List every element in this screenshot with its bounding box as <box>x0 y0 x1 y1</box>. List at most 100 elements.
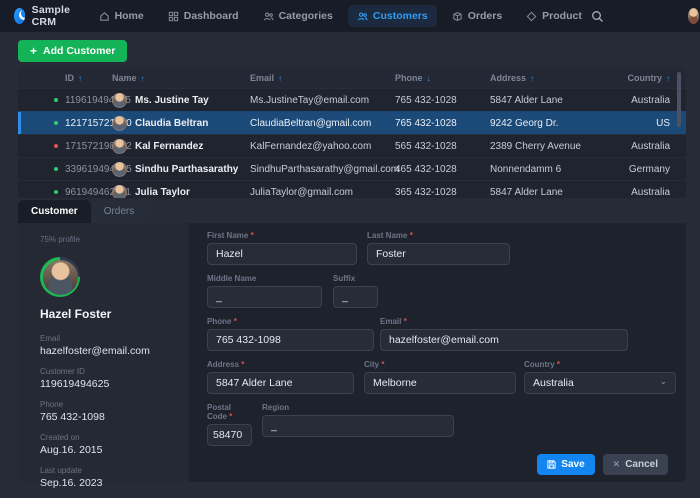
table-scrollbar[interactable] <box>677 72 681 127</box>
first-name-input[interactable] <box>207 243 357 265</box>
table-row[interactable]: 961949462511 Julia Taylor JuliaTaylor@gm… <box>18 180 686 198</box>
column-header-email[interactable]: Email↑ <box>250 73 395 83</box>
row-avatar <box>112 139 127 154</box>
main-nav: Home Dashboard Categories Customers Orde… <box>90 5 591 27</box>
categories-icon <box>263 11 274 22</box>
app-logo-icon <box>14 8 25 24</box>
row-avatar <box>112 93 127 108</box>
region-input[interactable] <box>262 415 454 437</box>
cell-phone: 765 432-1028 <box>395 95 490 106</box>
brand[interactable]: Sample CRM <box>14 4 76 28</box>
customers-table: ID↑ Name↑ Email↑ Phone↓ Address↑ Country… <box>18 68 686 198</box>
brand-name: Sample CRM <box>32 4 76 28</box>
sort-desc-icon: ↓ <box>427 74 431 83</box>
field-first-name: First Name * <box>207 231 357 265</box>
cell-email: KalFernandez@yahoo.com <box>250 141 395 152</box>
table-row-selected[interactable]: 121715721980 Claudia Beltran ClaudiaBelt… <box>18 111 686 134</box>
tab-customer[interactable]: Customer <box>18 200 91 223</box>
cell-address: 5847 Alder Lane <box>490 95 613 106</box>
column-header-phone[interactable]: Phone↓ <box>395 73 490 83</box>
save-button[interactable]: Save <box>537 454 594 475</box>
customer-form: First Name * Last Name * Middle Name Suf… <box>189 223 686 482</box>
nav-item-home[interactable]: Home <box>90 5 153 27</box>
phone-input[interactable] <box>207 329 374 351</box>
country-select[interactable]: Australia ⌄ <box>524 372 676 394</box>
status-dot <box>54 121 58 125</box>
user-menu[interactable]: Joane Doe <box>688 4 700 28</box>
status-dot <box>54 190 58 194</box>
cell-address: 2389 Cherry Avenue <box>490 141 613 152</box>
column-header-id[interactable]: ID↑ <box>18 73 112 83</box>
cell-country: Germany <box>613 164 686 175</box>
cancel-button[interactable]: ✕ Cancel <box>603 454 668 475</box>
close-icon: ✕ <box>613 459 621 470</box>
cell-id: 119619494625 <box>18 95 112 106</box>
last-name-input[interactable] <box>367 243 510 265</box>
cell-phone: 365 432-1028 <box>395 187 490 198</box>
row-avatar <box>112 185 127 199</box>
cell-name: Kal Fernandez <box>112 139 250 154</box>
dashboard-icon <box>168 11 179 22</box>
suffix-input[interactable] <box>333 286 378 308</box>
sort-asc-icon: ↑ <box>666 74 670 83</box>
status-dot <box>54 144 58 148</box>
nav-item-categories[interactable]: Categories <box>254 5 342 27</box>
column-header-country[interactable]: Country↑ <box>613 73 686 83</box>
plus-icon: + <box>30 44 37 58</box>
detail-tabs: Customer Orders <box>18 200 147 223</box>
cell-address: 9242 Georg Dr. <box>490 118 613 129</box>
profile-avatar <box>43 260 78 295</box>
nav-item-dashboard[interactable]: Dashboard <box>159 5 248 27</box>
profile-customer-id: Customer ID 119619494625 <box>40 367 189 390</box>
field-middle-name: Middle Name <box>207 274 322 308</box>
table-row[interactable]: 119619494625 Ms. Justine Tay Ms.JustineT… <box>18 88 686 111</box>
field-city: City * <box>364 360 516 394</box>
cell-country: US <box>613 118 686 129</box>
customers-icon <box>357 11 368 22</box>
sort-asc-icon: ↑ <box>278 74 282 83</box>
profile-email: Email hazelfoster@email.com <box>40 334 189 357</box>
column-header-address[interactable]: Address↑ <box>490 73 613 83</box>
cell-address: Nonnendamm 6 <box>490 164 613 175</box>
profile-created: Created on Aug.16. 2015 <box>40 433 189 456</box>
row-avatar <box>112 162 127 177</box>
cell-phone: 565 432-1028 <box>395 141 490 152</box>
cell-country: Australia <box>613 95 686 106</box>
cell-email: JuliaTaylor@gmail.com <box>250 187 395 198</box>
cell-phone: 465 432-1028 <box>395 164 490 175</box>
nav-item-product[interactable]: Product <box>517 5 591 27</box>
profile-summary: 75% profile Hazel Foster Email hazelfost… <box>18 223 189 482</box>
field-email: Email * <box>380 317 628 351</box>
home-icon <box>99 11 110 22</box>
column-header-name[interactable]: Name↑ <box>112 73 250 83</box>
cell-id: 339619494625 <box>18 164 112 175</box>
search-icon[interactable] <box>591 10 604 23</box>
city-input[interactable] <box>364 372 516 394</box>
save-icon <box>547 460 556 469</box>
address-input[interactable] <box>207 372 354 394</box>
cell-id: 171572198012 <box>18 141 112 152</box>
nav-item-customers[interactable]: Customers <box>348 5 437 27</box>
status-dot <box>54 98 58 102</box>
add-customer-button[interactable]: + Add Customer <box>18 40 127 62</box>
tab-orders[interactable]: Orders <box>91 200 148 223</box>
cell-phone: 765 432-1028 <box>395 118 490 129</box>
email-input[interactable] <box>380 329 628 351</box>
cell-email: SindhuParthasarathy@gmail.com <box>250 164 395 175</box>
middle-name-input[interactable] <box>207 286 322 308</box>
chevron-down-icon: ⌄ <box>659 376 667 387</box>
row-avatar <box>112 116 127 131</box>
orders-icon <box>452 11 463 22</box>
cell-id: 961949462511 <box>18 187 112 198</box>
cell-name: Claudia Beltran <box>112 116 250 131</box>
postal-code-input[interactable] <box>207 424 252 446</box>
product-icon <box>526 11 537 22</box>
nav-item-orders[interactable]: Orders <box>443 5 511 27</box>
table-row[interactable]: 171572198012 Kal Fernandez KalFernandez@… <box>18 134 686 157</box>
table-row[interactable]: 339619494625 Sindhu Parthasarathy Sindhu… <box>18 157 686 180</box>
cell-id: 121715721980 <box>18 118 112 129</box>
field-last-name: Last Name * <box>367 231 510 265</box>
profile-completeness: 75% profile <box>40 235 189 244</box>
profile-phone: Phone 765 432-1098 <box>40 400 189 423</box>
field-address: Address * <box>207 360 354 394</box>
